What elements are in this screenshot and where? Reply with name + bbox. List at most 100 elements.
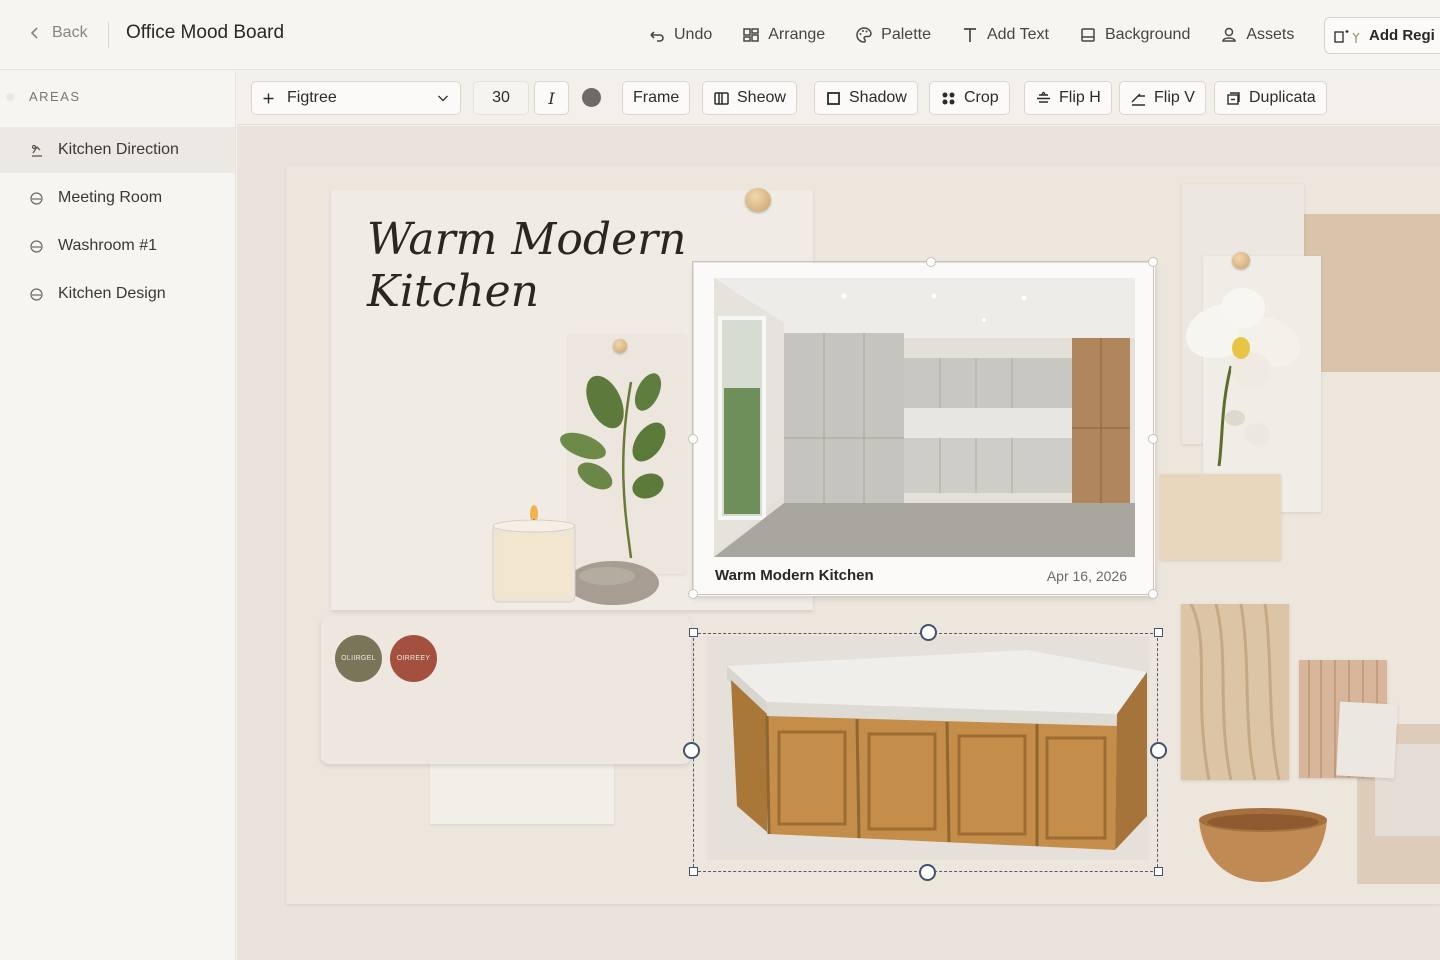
kitchen-photo-card[interactable]: Warm Modern Kitchen Apr 16, 2026: [694, 263, 1155, 596]
flip-v-label: Flip V: [1154, 89, 1195, 106]
shadow-button[interactable]: Shadow: [814, 81, 918, 115]
sheow-label: Sheow: [737, 89, 786, 106]
crop-button[interactable]: Crop: [929, 81, 1010, 115]
chevron-down-icon: [438, 95, 448, 102]
mood-board-canvas[interactable]: Warm Modern Kitchen Warm Modern Kitchen …: [237, 126, 1440, 960]
resize-handle[interactable]: [1154, 628, 1163, 637]
undo-button[interactable]: Undo: [648, 26, 712, 44]
text-icon: [963, 28, 976, 42]
format-toolbar: Figtree 30 I Frame Sheow Shadow Crop Fli…: [237, 71, 1440, 125]
sidebar-item-label: Meeting Room: [58, 189, 163, 206]
sand-swatch[interactable]: [1160, 474, 1281, 560]
pin-icon: [1232, 252, 1250, 269]
add-text-label: Add Text: [986, 26, 1049, 43]
undo-icon: [650, 31, 664, 42]
resize-handle[interactable]: [1148, 434, 1158, 444]
area-icon: [30, 191, 43, 205]
arrange-button[interactable]: Arrange: [742, 26, 825, 44]
swatch-label: OLIIRGEL: [341, 655, 376, 662]
duplicate-button[interactable]: Duplicata: [1214, 81, 1327, 115]
add-region-button[interactable]: Add Regi: [1324, 17, 1440, 54]
resize-handle[interactable]: [919, 864, 936, 881]
board-heading[interactable]: Warm Modern Kitchen: [367, 214, 697, 318]
undo-label: Undo: [674, 26, 713, 43]
sidebar-item-label: Kitchen Design: [58, 285, 166, 302]
crop-label: Crop: [964, 89, 999, 106]
font-size-input[interactable]: 30: [473, 81, 529, 115]
flip-h-label: Flip H: [1059, 89, 1101, 106]
chevron-left-icon: [30, 27, 38, 39]
color-swatch-olive[interactable]: OLIIRGEL: [335, 635, 382, 682]
sheow-button[interactable]: Sheow: [702, 81, 797, 115]
photo-caption: Warm Modern Kitchen: [715, 567, 874, 584]
resize-handle[interactable]: [688, 589, 698, 599]
resize-handle[interactable]: [1150, 742, 1167, 759]
background-label: Background: [1104, 26, 1191, 43]
divider: [108, 22, 109, 48]
sidebar-item-kitchen-direction[interactable]: Kitchen Direction: [0, 127, 235, 173]
resize-handle[interactable]: [689, 867, 698, 876]
wooden-bowl-image[interactable]: [1195, 806, 1331, 886]
wood-grain-pattern: [1189, 603, 1281, 781]
areas-sidebar: AREAS Kitchen Direction Meeting Room Was…: [0, 71, 236, 960]
back-button[interactable]: Back: [28, 24, 88, 42]
photo-date: Apr 16, 2026: [1046, 568, 1127, 584]
italic-button[interactable]: I: [534, 81, 569, 115]
frame-button[interactable]: Frame: [622, 81, 691, 115]
areas-heading: AREAS: [29, 89, 81, 104]
palette-label: Palette: [881, 26, 931, 43]
plus-icon: [263, 93, 274, 103]
resize-handle[interactable]: [689, 628, 698, 637]
resize-handle[interactable]: [1148, 257, 1158, 267]
add-region-label: Add Regi: [1369, 27, 1435, 44]
assets-icon: [1222, 27, 1237, 42]
sidebar-item-washroom-1[interactable]: Washroom #1: [0, 223, 235, 269]
resize-handle[interactable]: [688, 434, 698, 444]
shadow-icon: [827, 91, 840, 105]
resize-handle[interactable]: [926, 257, 936, 267]
flip-horizontal-icon: [1037, 91, 1050, 103]
color-swatch-terracotta[interactable]: OIRREEY: [390, 635, 437, 682]
paper-scrap: [430, 762, 614, 824]
add-text-button[interactable]: Add Text: [961, 26, 1049, 44]
area-icon: [30, 239, 43, 253]
font-family-select[interactable]: Figtree: [251, 81, 461, 115]
palette-icon: [856, 27, 872, 43]
wood-veneer-swatch[interactable]: [1181, 603, 1289, 781]
font-size-value: 30: [492, 89, 510, 106]
add-region-icon: [1334, 29, 1360, 43]
color-palette-card[interactable]: OLIIRGEL OIRREEY: [321, 616, 691, 764]
font-family-value: Figtree: [287, 89, 337, 106]
flip-v-button[interactable]: Flip V: [1119, 81, 1206, 115]
arrange-icon: [743, 28, 759, 42]
sidebar-item-meeting-room[interactable]: Meeting Room: [0, 175, 235, 221]
stone-swatch[interactable]: [1336, 701, 1398, 779]
sidebar-item-label: Washroom #1: [58, 237, 157, 254]
resize-handle[interactable]: [1148, 589, 1158, 599]
crop-icon: [942, 92, 955, 104]
pin-icon: [745, 188, 771, 212]
candle-image[interactable]: [489, 504, 579, 606]
sidebar-item-kitchen-design[interactable]: Kitchen Design: [0, 271, 235, 317]
area-icon: [30, 287, 43, 301]
resize-handle[interactable]: [1154, 867, 1163, 876]
kitchen-photo: [714, 278, 1135, 557]
flip-h-button[interactable]: Flip H: [1024, 81, 1112, 115]
resize-handle[interactable]: [683, 742, 700, 759]
frame-label: Frame: [633, 89, 680, 106]
arrange-label: Arrange: [768, 26, 826, 43]
background-button[interactable]: Background: [1079, 26, 1190, 44]
back-label: Back: [52, 24, 88, 41]
stone-image[interactable]: [565, 558, 661, 608]
palette-button[interactable]: Palette: [855, 26, 931, 44]
assets-label: Assets: [1246, 26, 1295, 43]
resize-handle[interactable]: [920, 624, 937, 641]
heading-line: Kitchen: [367, 266, 539, 317]
text-color-swatch[interactable]: [582, 88, 601, 107]
assets-button[interactable]: Assets: [1220, 26, 1294, 44]
pin-icon: [613, 339, 627, 353]
shadow-label: Shadow: [849, 89, 907, 106]
sidebar-item-label: Kitchen Direction: [58, 141, 179, 158]
background-icon: [1081, 28, 1095, 42]
orchid-flower-image[interactable]: [1171, 286, 1311, 476]
